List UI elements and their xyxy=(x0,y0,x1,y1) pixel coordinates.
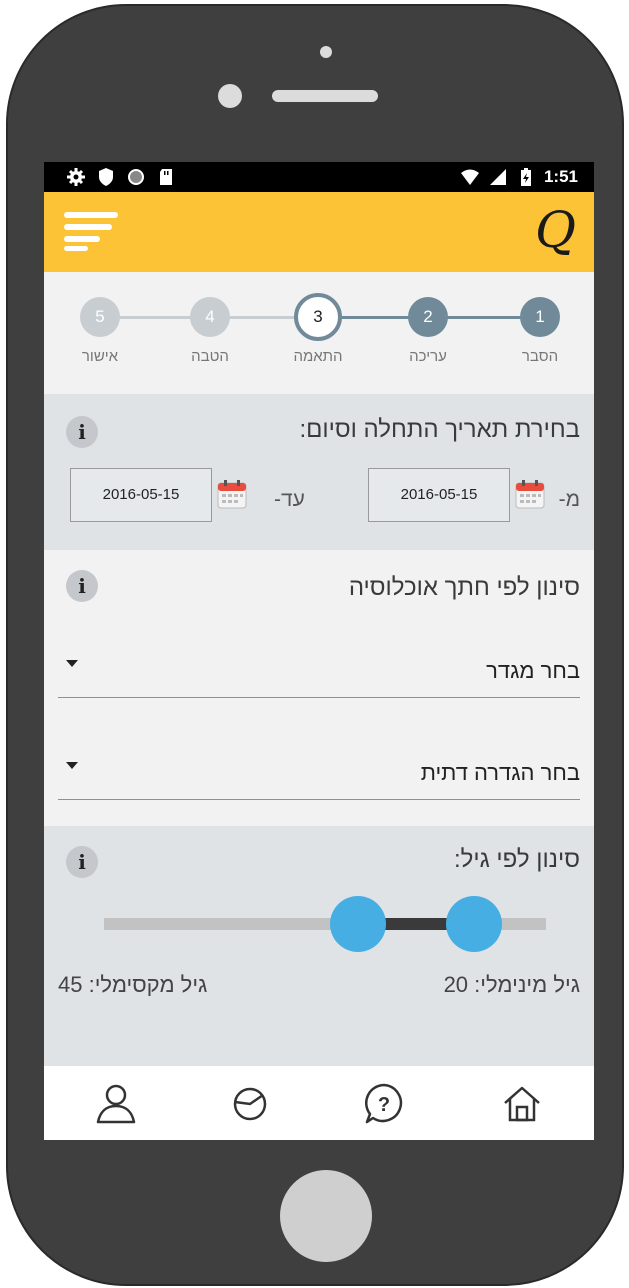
battery-charging-icon xyxy=(520,168,531,186)
shield-icon xyxy=(99,168,113,186)
step-label-1: הסבר xyxy=(521,348,559,365)
dropdown-arrow-icon xyxy=(66,660,78,667)
religion-select-value: בחר הגדרה דתית xyxy=(420,760,580,785)
app-screen: 1:51 Q 1 2 3 4 5 הסבר עריכה התאמה הטבה א… xyxy=(44,162,594,1140)
gender-select[interactable]: בחר מגדר xyxy=(58,648,580,698)
circle-icon xyxy=(128,169,144,185)
filter-section-title: סינון לפי חתך אוכלוסיה xyxy=(348,574,580,601)
calendar-icon[interactable] xyxy=(216,478,248,510)
bottom-navigation: ? xyxy=(44,1066,594,1140)
from-date-input[interactable]: 2016-05-15 xyxy=(368,468,510,522)
gender-select-value: בחר מגדר xyxy=(486,658,580,683)
step-label-2: עריכה xyxy=(409,348,447,365)
date-range-section: i בחירת תאריך התחלה וסיום: מ- 2016-05-15… xyxy=(44,394,594,550)
step-1[interactable]: 1 xyxy=(520,297,560,337)
menu-icon[interactable] xyxy=(64,212,118,252)
calendar-icon[interactable] xyxy=(514,478,546,510)
home-hardware-button[interactable] xyxy=(280,1170,372,1262)
from-label: מ- xyxy=(558,488,580,511)
step-label-5: אישור xyxy=(81,348,119,365)
age-filter-section: i סינון לפי גיל: גיל מינימלי: 20 גיל מקס… xyxy=(44,826,594,1066)
min-age-label: גיל מינימלי: 20 xyxy=(443,972,580,997)
to-date-input[interactable]: 2016-05-15 xyxy=(70,468,212,522)
earpiece-speaker xyxy=(272,90,378,102)
pie-chart-icon[interactable] xyxy=(228,1082,272,1126)
religion-select[interactable]: בחר הגדרה דתית xyxy=(58,750,580,800)
gear-icon xyxy=(67,168,85,186)
app-logo: Q xyxy=(535,201,576,259)
info-icon[interactable]: i xyxy=(66,570,98,602)
to-label: עד- xyxy=(274,488,305,511)
age-section-title: סינון לפי גיל: xyxy=(454,846,580,873)
population-filter-section: i סינון לפי חתך אוכלוסיה בחר מגדר בחר הג… xyxy=(44,550,594,826)
app-bar: Q xyxy=(44,192,594,272)
front-camera xyxy=(218,84,242,108)
max-age-label: גיל מקסימלי: 45 xyxy=(58,972,208,997)
status-bar: 1:51 xyxy=(44,162,594,192)
step-3-current[interactable]: 3 xyxy=(294,293,342,341)
help-icon[interactable]: ? xyxy=(362,1082,406,1126)
signal-icon xyxy=(489,169,506,185)
status-time: 1:51 xyxy=(543,167,578,186)
step-label-3: התאמה xyxy=(293,348,343,365)
age-slider-max-thumb[interactable] xyxy=(330,896,386,952)
step-2[interactable]: 2 xyxy=(408,297,448,337)
step-label-4: הטבה xyxy=(191,348,229,365)
wifi-icon xyxy=(460,169,479,185)
info-icon[interactable]: i xyxy=(66,846,98,878)
info-icon[interactable]: i xyxy=(66,416,98,448)
step-4[interactable]: 4 xyxy=(190,297,230,337)
dropdown-arrow-icon xyxy=(66,762,78,769)
sd-card-icon xyxy=(160,169,172,185)
age-slider-min-thumb[interactable] xyxy=(446,896,502,952)
svg-text:?: ? xyxy=(378,1094,390,1116)
proximity-sensor xyxy=(320,46,332,58)
step-5[interactable]: 5 xyxy=(80,297,120,337)
home-icon[interactable] xyxy=(500,1082,544,1126)
user-icon[interactable] xyxy=(94,1082,138,1126)
date-section-title: בחירת תאריך התחלה וסיום: xyxy=(299,416,580,443)
